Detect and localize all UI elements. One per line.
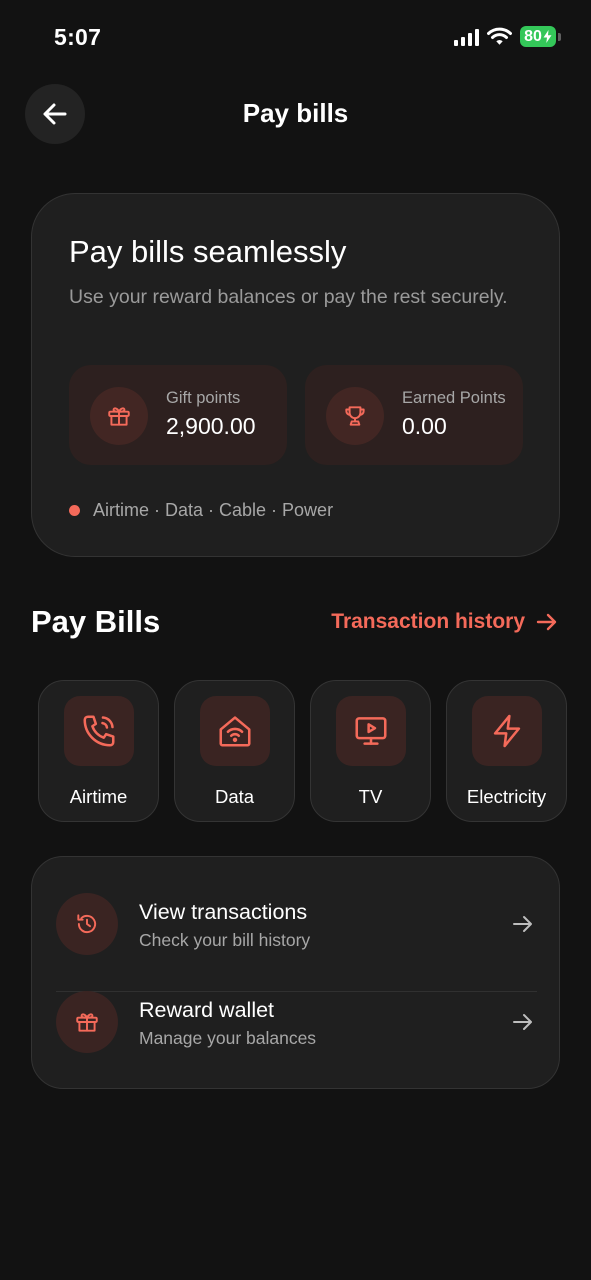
section-title: Pay Bills [31, 604, 161, 639]
bill-categories-tagline: Airtime · Data · Cable · Power [69, 500, 333, 521]
wifi-house-icon [200, 696, 270, 766]
bill-tile-airtime[interactable]: Airtime [38, 680, 159, 822]
transaction-history-label: Transaction history [331, 610, 525, 633]
earned-points-value: 0.00 [402, 413, 447, 439]
view-transactions-row[interactable]: View transactions Check your bill histor… [32, 876, 561, 992]
bill-categories-text: Airtime · Data · Cable · Power [93, 500, 334, 520]
reward-wallet-row[interactable]: Reward wallet Manage your balances [32, 974, 561, 1072]
gift-icon [90, 387, 148, 445]
gift-points-value: 2,900.00 [166, 413, 256, 439]
phone-icon [64, 696, 134, 766]
pay-bills-screen: 5:07 80 Pay bills Pay bills seamlessly U… [0, 0, 591, 1280]
history-icon [56, 893, 118, 955]
earned-points-label: Earned Points [402, 389, 506, 407]
tv-play-icon [336, 696, 406, 766]
charging-bolt-icon [543, 30, 552, 43]
gift-points-label: Gift points [166, 389, 241, 407]
earned-points-card[interactable]: Earned Points 0.00 [305, 365, 523, 465]
battery-level: 80 [524, 27, 542, 45]
status-icons: 80 [454, 26, 561, 47]
arrow-right-icon [513, 1014, 532, 1030]
cellular-signal-icon [454, 28, 479, 46]
gift-icon [56, 991, 118, 1053]
bill-tile-data[interactable]: Data [174, 680, 295, 822]
bill-label-data: Data [214, 786, 255, 807]
reward-wallet-title: Reward wallet [139, 998, 275, 1022]
view-transactions-title: View transactions [139, 900, 308, 924]
page-title: Pay bills [242, 98, 349, 128]
transaction-history-link[interactable]: Transaction history [331, 610, 559, 634]
view-transactions-subtitle: Check your bill history [139, 930, 311, 950]
arrow-right-icon [536, 613, 557, 631]
status-bar: 5:07 80 [0, 0, 591, 76]
actions-card: View transactions Check your bill histor… [31, 856, 560, 1089]
battery-indicator: 80 [520, 26, 561, 47]
bill-tile-electricity[interactable]: Electricity [446, 680, 567, 822]
wifi-icon [487, 27, 512, 45]
hero-card: Pay bills seamlessly Use your reward bal… [31, 193, 560, 557]
bill-label-electricity: Electricity [466, 786, 547, 807]
reward-wallet-subtitle: Manage your balances [139, 1028, 317, 1048]
arrow-right-icon [513, 916, 532, 932]
hero-title: Pay bills seamlessly [69, 234, 347, 269]
bill-tile-tv[interactable]: TV [310, 680, 431, 822]
lightning-icon [472, 696, 542, 766]
hero-subtitle: Use your reward balances or pay the rest… [69, 286, 508, 308]
accent-dot-icon [69, 505, 80, 516]
bill-label-airtime: Airtime [69, 786, 128, 807]
bill-label-tv: TV [358, 786, 383, 807]
status-time: 5:07 [54, 24, 102, 50]
trophy-icon [326, 387, 384, 445]
gift-points-card[interactable]: Gift points 2,900.00 [69, 365, 287, 465]
